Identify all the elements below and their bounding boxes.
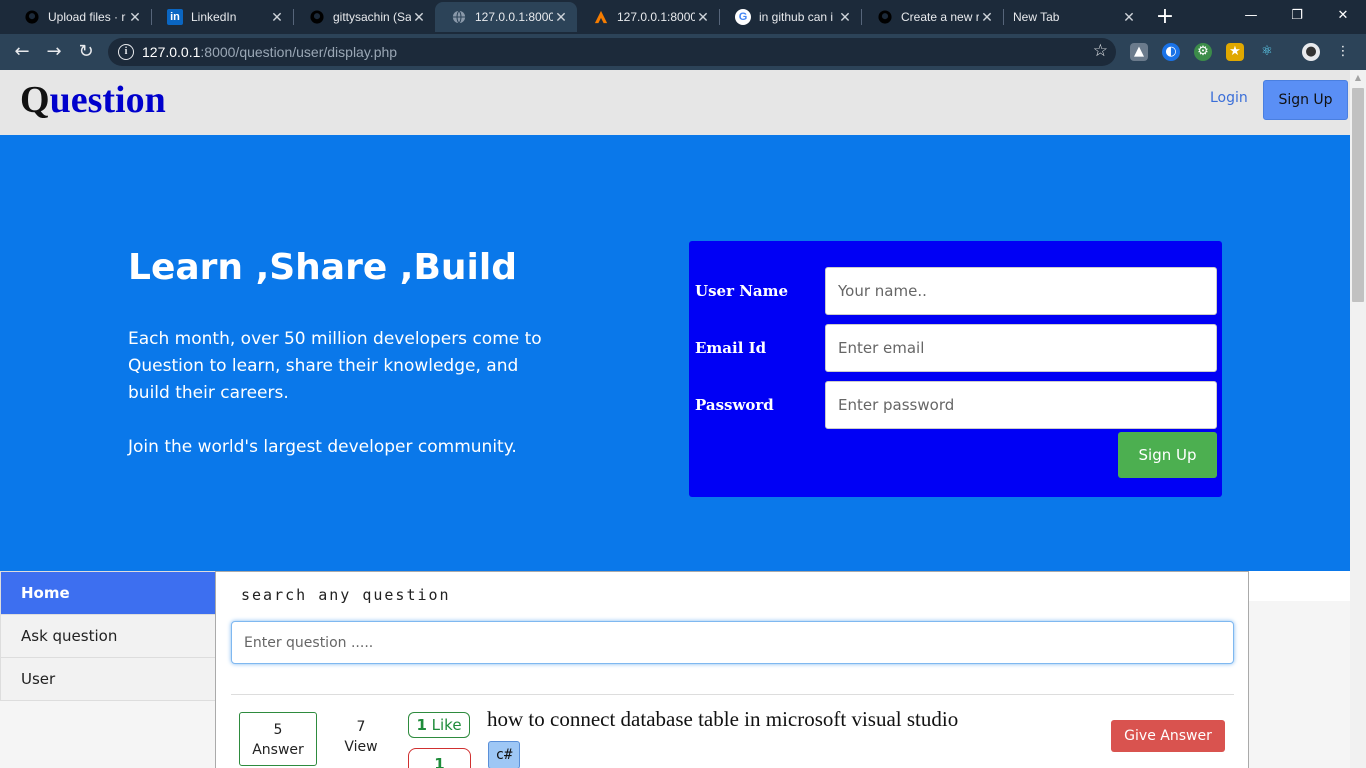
view-label: View xyxy=(344,739,378,755)
github-icon xyxy=(877,9,893,25)
answer-count: 5 xyxy=(273,722,283,738)
view-count-box: 7 View xyxy=(341,717,381,757)
close-icon[interactable]: ✕ xyxy=(411,9,427,26)
search-caption: search any question xyxy=(241,586,451,604)
answer-label: Answer xyxy=(252,742,304,758)
signup-submit-button[interactable]: Sign Up xyxy=(1118,432,1217,478)
tab-upload-files[interactable]: Upload files · r ✕ xyxy=(8,2,151,32)
xampp-icon xyxy=(593,9,609,25)
dislike-button[interactable]: 1 xyxy=(408,748,471,768)
tab-title: gittysachin (Sa xyxy=(333,10,411,24)
password-input[interactable] xyxy=(825,381,1217,429)
sync-extension-icon[interactable]: ◐ xyxy=(1162,43,1180,61)
globe-icon xyxy=(451,9,467,25)
address-bar[interactable]: i 127.0.0.1:8000/question/user/display.p… xyxy=(108,38,1116,66)
page-viewport: Question Login Sign Up Learn ,Share ,Bui… xyxy=(0,70,1366,768)
menu-kebab-icon[interactable]: ⋮ xyxy=(1334,43,1352,61)
github-icon xyxy=(309,9,325,25)
hero-description: Each month, over 50 million developers c… xyxy=(128,329,542,403)
hero-join-text: Join the world's largest developer commu… xyxy=(128,437,517,457)
restore-icon[interactable]: ❐ xyxy=(1274,4,1320,28)
gear-extension-icon[interactable]: ⚙ xyxy=(1194,43,1212,61)
browser-tab-strip: Upload files · r ✕ in LinkedIn ✕ gittysa… xyxy=(0,0,1366,34)
reload-icon[interactable]: ↻ xyxy=(74,40,98,64)
email-input[interactable] xyxy=(825,324,1217,372)
dislike-count: 1 xyxy=(434,755,445,768)
github-icon xyxy=(24,9,40,25)
tab-active-display[interactable]: 127.0.0.1:8000/ ✕ xyxy=(435,2,577,32)
login-link[interactable]: Login xyxy=(1210,90,1248,106)
brand-first-letter: Q xyxy=(20,79,50,121)
tab-title: LinkedIn xyxy=(191,10,237,24)
like-count: 1 xyxy=(416,716,427,734)
info-icon[interactable]: i xyxy=(118,44,134,60)
sidebar-item-home[interactable]: Home xyxy=(1,572,215,615)
hero-section: Learn ,Share ,Build Each month, over 50 … xyxy=(0,135,1350,571)
give-answer-button[interactable]: Give Answer xyxy=(1111,720,1225,752)
tab-linkedin[interactable]: in LinkedIn ✕ xyxy=(151,2,293,32)
tab-new-tab[interactable]: New Tab ✕ xyxy=(1003,2,1145,32)
tab-create-repo[interactable]: Create a new r ✕ xyxy=(861,2,1003,32)
like-button[interactable]: 1 Like xyxy=(408,712,470,738)
view-count: 7 xyxy=(356,719,366,735)
close-icon[interactable]: ✕ xyxy=(695,9,711,26)
brand-rest: uestion xyxy=(49,79,166,121)
tab-title: in github can i xyxy=(759,10,834,24)
url-text[interactable]: 127.0.0.1:8000/question/user/display.php xyxy=(142,44,397,60)
scroll-up-arrow-icon[interactable]: ▲ xyxy=(1350,72,1366,84)
question-panel: search any question 5 Answer 7 View 1 Li… xyxy=(215,571,1249,768)
linkedin-icon: in xyxy=(167,9,183,25)
profile-avatar-icon[interactable]: ● xyxy=(1302,43,1320,61)
react-devtools-icon[interactable]: ⚛ xyxy=(1258,43,1276,61)
browser-toolbar: ← → ↻ i 127.0.0.1:8000/question/user/dis… xyxy=(0,34,1366,70)
brand-logo[interactable]: Question xyxy=(20,78,166,122)
divider xyxy=(231,694,1234,695)
tools-extension-icon[interactable]: ★ xyxy=(1226,43,1244,61)
signup-form: User Name Email Id Password Sign Up xyxy=(689,241,1222,497)
like-label: Like xyxy=(431,716,462,734)
answer-count-box: 5 Answer xyxy=(239,712,317,766)
password-label: Password xyxy=(695,396,774,414)
tab-xampp[interactable]: 127.0.0.1:8000 ✕ xyxy=(577,2,719,32)
tab-title: 127.0.0.1:8000 xyxy=(617,10,695,24)
email-label: Email Id xyxy=(695,339,767,357)
google-icon: G xyxy=(735,9,751,25)
question-search-input[interactable] xyxy=(231,621,1234,664)
forward-arrow-icon[interactable]: → xyxy=(42,40,66,64)
tab-gittysachin[interactable]: gittysachin (Sa ✕ xyxy=(293,2,435,32)
question-title-link[interactable]: how to connect database table in microso… xyxy=(487,707,958,732)
new-tab-button[interactable]: + xyxy=(1153,5,1177,29)
tab-title: Create a new r xyxy=(901,10,979,24)
close-icon[interactable]: ✕ xyxy=(553,9,569,26)
url-host: 127.0.0.1 xyxy=(142,44,201,60)
close-icon[interactable]: ✕ xyxy=(269,9,285,26)
tab-title: Upload files · r xyxy=(48,10,126,24)
tab-title: New Tab xyxy=(1013,10,1060,24)
bookmark-star-icon[interactable]: ☆ xyxy=(1093,41,1108,61)
white-band xyxy=(1249,571,1350,601)
close-icon[interactable]: ✕ xyxy=(1121,9,1137,26)
minimize-icon[interactable]: — xyxy=(1228,4,1274,28)
back-arrow-icon[interactable]: ← xyxy=(10,40,34,64)
signup-nav-button[interactable]: Sign Up xyxy=(1263,80,1348,120)
username-input[interactable] xyxy=(825,267,1217,315)
close-icon[interactable]: ✕ xyxy=(837,9,853,26)
close-icon[interactable]: ✕ xyxy=(979,9,995,26)
sidebar-item-ask-question[interactable]: Ask question xyxy=(1,615,215,658)
site-navbar: Question Login Sign Up xyxy=(0,70,1350,135)
close-icon[interactable]: ✕ xyxy=(127,9,143,26)
tab-google-search[interactable]: G in github can i ✕ xyxy=(719,2,861,32)
sidebar-item-user[interactable]: User xyxy=(1,658,215,701)
url-path: :8000/question/user/display.php xyxy=(200,44,398,60)
tab-title: 127.0.0.1:8000/ xyxy=(475,10,553,24)
scrollbar-thumb[interactable] xyxy=(1352,88,1364,302)
hero-title: Learn ,Share ,Build xyxy=(128,247,517,288)
drive-extension-icon[interactable]: ▲ xyxy=(1130,43,1148,61)
username-label: User Name xyxy=(695,282,789,300)
page-scrollbar[interactable]: ▲ xyxy=(1350,70,1366,768)
window-close-icon[interactable]: ✕ xyxy=(1320,4,1366,28)
question-tag[interactable]: c# xyxy=(488,741,520,768)
sidebar-nav: Home Ask question User xyxy=(0,571,216,701)
